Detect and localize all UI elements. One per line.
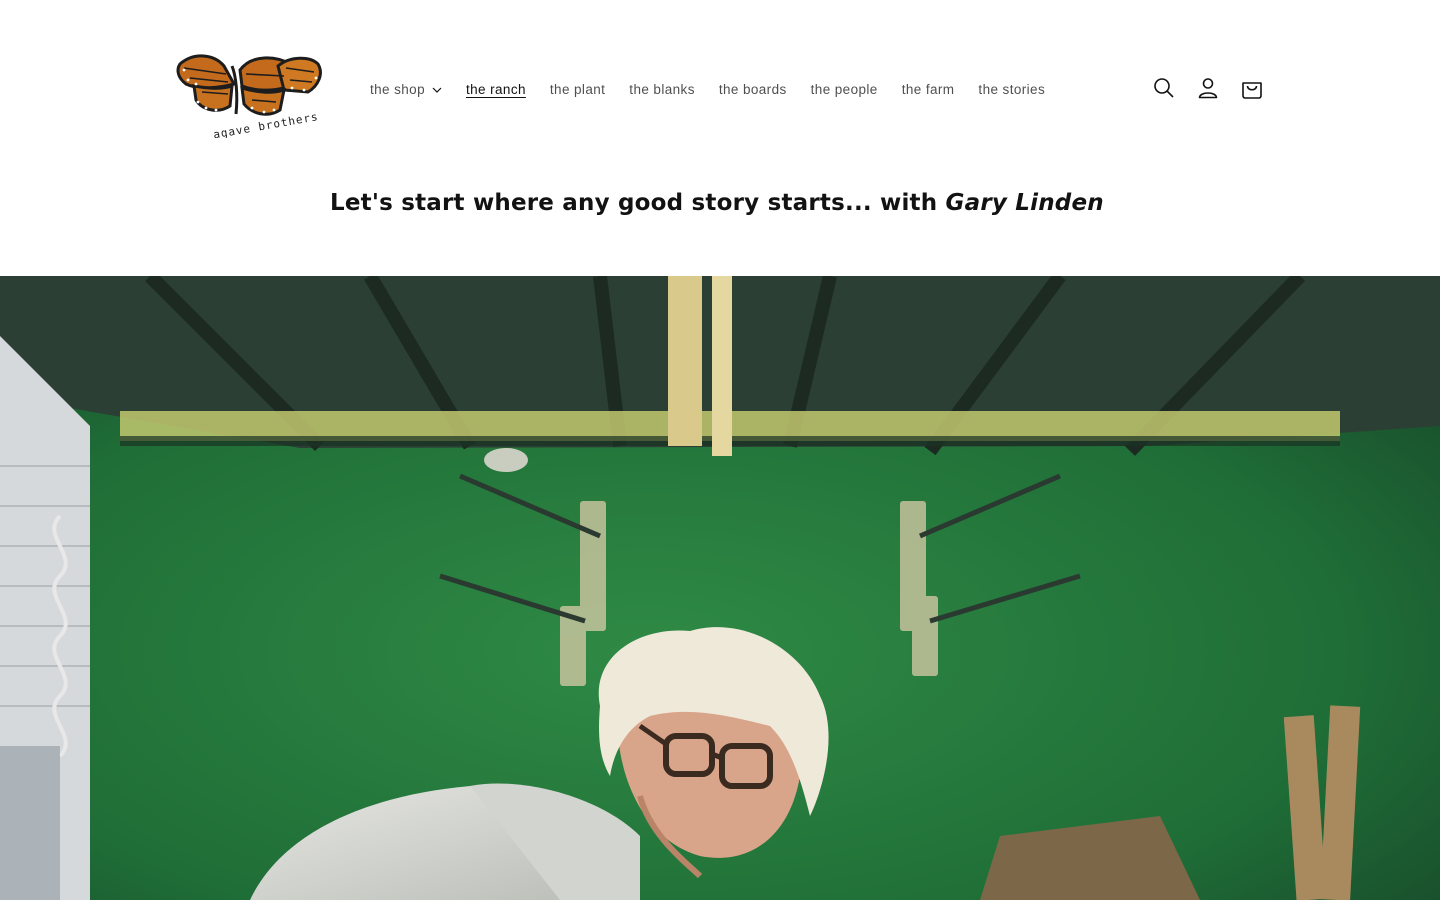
nav-item-label: the people <box>810 82 878 97</box>
cart-button[interactable] <box>1230 68 1274 112</box>
search-button[interactable] <box>1142 68 1186 112</box>
nav-item-the-stories[interactable]: the stories <box>966 78 1057 102</box>
nav-item-label: the ranch <box>466 82 526 97</box>
nav-item-label: the shop <box>370 82 425 97</box>
nav-item-the-farm[interactable]: the farm <box>890 78 967 102</box>
header-icons <box>1142 68 1274 112</box>
cart-icon <box>1241 77 1263 103</box>
nav-item-label: the blanks <box>629 82 695 97</box>
intro-emphasis: Gary Linden <box>945 190 1104 216</box>
chevron-down-icon <box>432 87 442 93</box>
nav-item-label: the plant <box>549 82 606 97</box>
intro-text: Let's start where any good story starts.… <box>330 190 946 216</box>
nav-item-the-blanks[interactable]: the blanks <box>617 78 707 102</box>
nav-item-the-shop[interactable]: the shop <box>358 78 454 102</box>
search-icon <box>1153 77 1175 103</box>
nav-item-label: the stories <box>978 82 1046 97</box>
account-icon <box>1198 77 1218 103</box>
hero-photo <box>0 276 1440 900</box>
main-navigation: the shop the ranch the plant the blanks … <box>358 78 1057 102</box>
nav-item-label: the farm <box>901 82 955 97</box>
nav-item-the-boards[interactable]: the boards <box>707 78 799 102</box>
brand-logo[interactable]: agave brothers <box>172 44 328 138</box>
page-intro-heading: Let's start where any good story starts.… <box>330 190 1104 216</box>
site-header: agave brothers the shop the ranch the pl… <box>0 0 1440 180</box>
nav-item-the-people[interactable]: the people <box>799 78 890 102</box>
nav-item-label: the boards <box>718 82 787 97</box>
nav-item-the-ranch[interactable]: the ranch <box>454 78 538 102</box>
account-button[interactable] <box>1186 68 1230 112</box>
nav-item-the-plant[interactable]: the plant <box>538 78 617 102</box>
